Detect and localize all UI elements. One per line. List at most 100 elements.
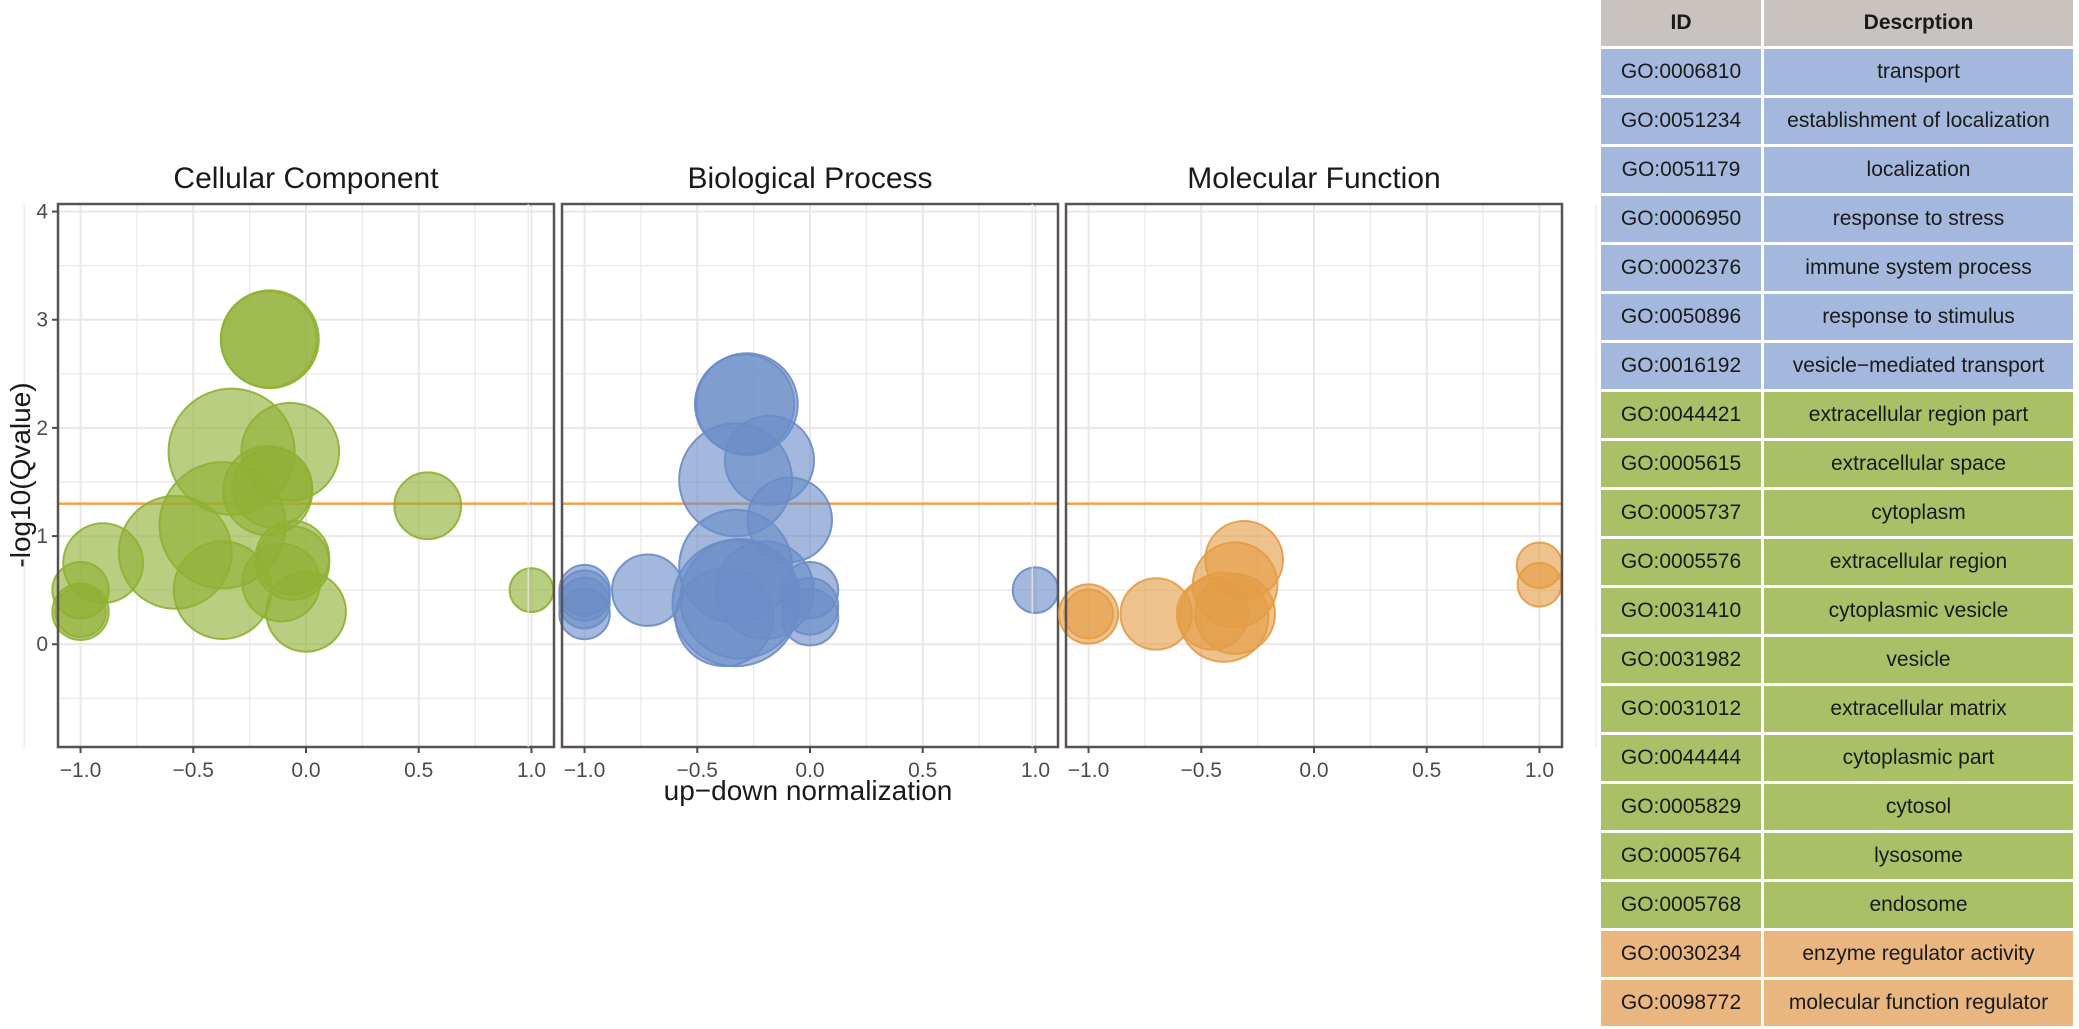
table-row: GO:0050896 response to stimulus: [1601, 294, 2073, 340]
go-id-cell: GO:0098772: [1601, 980, 1761, 1026]
go-description-cell: cytosol: [1764, 784, 2073, 830]
go-id-cell: GO:0044444: [1601, 735, 1761, 781]
panel-cellular-component: Cellular Component −1.0 −0.5 0.0 0.5 1.0 0 1 2 3 4: [23, 162, 589, 782]
go-description-cell: vesicle: [1764, 637, 2073, 683]
go-description-cell: cytoplasmic part: [1764, 735, 2073, 781]
go-id-cell: GO:0002376: [1601, 245, 1761, 291]
table-row: GO:0051179 localization: [1601, 147, 2073, 193]
bubble-point: [393, 471, 463, 541]
panel-title: Biological Process: [687, 162, 932, 195]
go-id-cell: GO:0006950: [1601, 196, 1761, 242]
go-description-cell: localization: [1764, 147, 2073, 193]
go-description-cell: response to stimulus: [1764, 294, 2073, 340]
table-row: GO:0005615 extracellular space: [1601, 441, 2073, 487]
x-tick-label: 0.0: [291, 759, 320, 782]
go-id-cell: GO:0031982: [1601, 637, 1761, 683]
go-id-cell: GO:0005768: [1601, 882, 1761, 928]
table-row: GO:0005768 endosome: [1601, 882, 2073, 928]
go-description-cell: vesicle−mediated transport: [1764, 343, 2073, 389]
table-row: GO:0031012 extracellular matrix: [1601, 686, 2073, 732]
go-id-cell: GO:0005615: [1601, 441, 1761, 487]
go-description-cell: establishment of localization: [1764, 98, 2073, 144]
table-row: GO:0031982 vesicle: [1601, 637, 2073, 683]
table-row: GO:0044444 cytoplasmic part: [1601, 735, 2073, 781]
x-tick-label: −0.5: [173, 759, 214, 782]
panel-biological-process: Biological Process−1.0 −0.5 0.0 0.5 1.0: [527, 162, 1093, 782]
bubble-point: [1011, 566, 1060, 614]
table-row: GO:0002376 immune system process: [1601, 245, 2073, 291]
header-id: ID: [1601, 0, 1761, 46]
bubble-point: [231, 446, 314, 529]
go-id-cell: GO:0005764: [1601, 833, 1761, 879]
go-id-cell: GO:0051234: [1601, 98, 1761, 144]
go-id-cell: GO:0031012: [1601, 686, 1761, 732]
panel-title: Cellular Component: [173, 162, 439, 195]
x-axis-title: up−down normalization: [664, 775, 953, 806]
x-tick-label: 1.0: [1021, 759, 1050, 782]
bubble-chart: Cellular Component −1.0 −0.5 0.0 0.5 1.0 0 1 2 3 4…: [5, 162, 1597, 806]
table-row: GO:0005764 lysosome: [1601, 833, 2073, 879]
bubble-point: [1204, 519, 1284, 600]
table-row: GO:0006810 transport: [1601, 49, 2073, 95]
go-description-cell: cytoplasm: [1764, 490, 2073, 536]
y-tick-label: 0: [36, 633, 48, 656]
go-id-cell: GO:0031410: [1601, 588, 1761, 634]
go-id-cell: GO:0050896: [1601, 294, 1761, 340]
go-id-cell: GO:0051179: [1601, 147, 1761, 193]
table-row: GO:0030234 enzyme regulator activity: [1601, 931, 2073, 977]
table-row: GO:0006950 response to stress: [1601, 196, 2073, 242]
bubble-point: [558, 587, 611, 641]
go-id-cell: GO:0030234: [1601, 931, 1761, 977]
x-tick-label: 0.5: [1412, 759, 1441, 782]
bubble-point: [1516, 561, 1563, 608]
x-tick-label: −1.0: [564, 759, 605, 782]
go-id-cell: GO:0044421: [1601, 392, 1761, 438]
y-tick-label: 4: [36, 201, 48, 224]
table-row: GO:0016192 vesicle−mediated transport: [1601, 343, 2073, 389]
x-tick-label: 1.0: [1525, 759, 1554, 782]
x-tick-label: 1.0: [517, 759, 546, 782]
go-description-cell: response to stress: [1764, 196, 2073, 242]
go-id-cell: GO:0006810: [1601, 49, 1761, 95]
panel-title: Molecular Function: [1187, 162, 1440, 195]
table-row: GO:0044421 extracellular region part: [1601, 392, 2073, 438]
go-description-cell: molecular function regulator: [1764, 980, 2073, 1026]
table-header-row: ID Descrption: [1601, 0, 2073, 46]
go-term-table: ID Descrption GO:0006810 transport GO:0051…: [1598, 0, 2076, 1029]
table-row: GO:0005576 extracellular region: [1601, 539, 2073, 585]
go-description-cell: extracellular space: [1764, 441, 2073, 487]
table-row: GO:0005737 cytoplasm: [1601, 490, 2073, 536]
go-id-cell: GO:0005576: [1601, 539, 1761, 585]
go-id-cell: GO:0016192: [1601, 343, 1761, 389]
x-tick-label: −1.0: [60, 759, 101, 782]
header-description: Descrption: [1764, 0, 2073, 46]
go-description-cell: transport: [1764, 49, 2073, 95]
bubble-point: [265, 570, 347, 653]
bubble-point: [1063, 588, 1114, 640]
y-tick-label: 2: [36, 417, 48, 440]
x-tick-label: 0.0: [1299, 759, 1328, 782]
bubble-point: [219, 290, 318, 389]
go-description-cell: extracellular matrix: [1764, 686, 2073, 732]
go-description-cell: lysosome: [1764, 833, 2073, 879]
go-description-cell: extracellular region: [1764, 539, 2073, 585]
go-description-cell: cytoplasmic vesicle: [1764, 588, 2073, 634]
go-id-cell: GO:0005737: [1601, 490, 1761, 536]
go-description-cell: enzyme regulator activity: [1764, 931, 2073, 977]
x-tick-label: −0.5: [1181, 759, 1222, 782]
table-row: GO:0031410 cytoplasmic vesicle: [1601, 588, 2073, 634]
y-tick-label: 3: [36, 309, 48, 332]
bubble-point: [780, 587, 840, 647]
go-description-cell: immune system process: [1764, 245, 2073, 291]
y-axis-title: -log10(Qvalue): [5, 382, 36, 567]
table-row: GO:0098772 molecular function regulator: [1601, 980, 2073, 1026]
go-description-cell: endosome: [1764, 882, 2073, 928]
go-description-cell: extracellular region part: [1764, 392, 2073, 438]
table-row: GO:0005829 cytosol: [1601, 784, 2073, 830]
y-tick-label: 1: [36, 525, 48, 548]
x-tick-label: 0.5: [404, 759, 433, 782]
bubble-point: [508, 567, 555, 614]
go-id-cell: GO:0005829: [1601, 784, 1761, 830]
x-tick-label: −1.0: [1068, 759, 1109, 782]
panel-molecular-function: Molecular Function −1.0 −0.5 0.0 0.5 1.0: [1031, 162, 1597, 782]
